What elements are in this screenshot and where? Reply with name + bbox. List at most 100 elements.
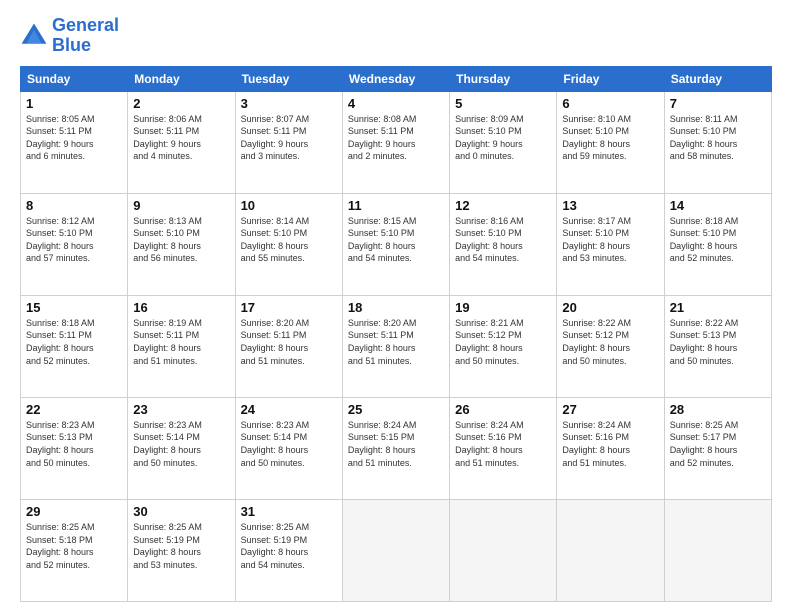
header: General Blue xyxy=(20,16,772,56)
calendar-cell: 26 Sunrise: 8:24 AMSunset: 5:16 PMDayligh… xyxy=(450,397,557,499)
logo: General Blue xyxy=(20,16,119,56)
day-number: 25 xyxy=(348,402,444,417)
calendar-cell: 23 Sunrise: 8:23 AMSunset: 5:14 PMDayligh… xyxy=(128,397,235,499)
day-number: 16 xyxy=(133,300,229,315)
calendar-cell: 9Sunrise: 8:13 AMSunset: 5:10 PMDaylight… xyxy=(128,193,235,295)
calendar-cell xyxy=(450,499,557,601)
calendar-cell: 8 Sunrise: 8:12 AMSunset: 5:10 PMDaylight… xyxy=(21,193,128,295)
day-number: 31 xyxy=(241,504,337,519)
cell-text: Sunrise: 8:15 AMSunset: 5:10 PMDaylight:… xyxy=(348,215,444,265)
calendar-cell: 13 Sunrise: 8:17 AMSunset: 5:10 PMDayligh… xyxy=(557,193,664,295)
cell-text: Sunrise: 8:16 AMSunset: 5:10 PMDaylight:… xyxy=(455,215,551,265)
calendar-cell xyxy=(342,499,449,601)
cell-text: Sunrise: 8:08 AMSunset: 5:11 PMDaylight:… xyxy=(348,113,444,163)
day-number: 30 xyxy=(133,504,229,519)
day-number: 7 xyxy=(670,96,766,111)
cell-text: Sunrise: 8:10 AMSunset: 5:10 PMDaylight:… xyxy=(562,113,658,163)
cell-text: Sunrise: 8:24 AMSunset: 5:15 PMDaylight:… xyxy=(348,419,444,469)
cell-text: Sunrise: 8:23 AMSunset: 5:14 PMDaylight:… xyxy=(133,419,229,469)
day-number: 28 xyxy=(670,402,766,417)
calendar-cell: 15 Sunrise: 8:18 AMSunset: 5:11 PMDayligh… xyxy=(21,295,128,397)
calendar-cell: 20 Sunrise: 8:22 AMSunset: 5:12 PMDayligh… xyxy=(557,295,664,397)
day-number: 8 xyxy=(26,198,122,213)
calendar-cell: 14Sunrise: 8:18 AMSunset: 5:10 PMDayligh… xyxy=(664,193,771,295)
day-number: 20 xyxy=(562,300,658,315)
calendar-cell: 6 Sunrise: 8:10 AMSunset: 5:10 PMDaylight… xyxy=(557,91,664,193)
calendar-cell: 21 Sunrise: 8:22 AMSunset: 5:13 PMDayligh… xyxy=(664,295,771,397)
day-number: 17 xyxy=(241,300,337,315)
day-number: 21 xyxy=(670,300,766,315)
cell-text: Sunrise: 8:20 AMSunset: 5:11 PMDaylight:… xyxy=(241,317,337,367)
cell-text: Sunrise: 8:22 AMSunset: 5:13 PMDaylight:… xyxy=(670,317,766,367)
cell-text: Sunrise: 8:06 AMSunset: 5:11 PMDaylight:… xyxy=(133,113,229,163)
calendar-cell: 11 Sunrise: 8:15 AMSunset: 5:10 PMDayligh… xyxy=(342,193,449,295)
calendar-cell: 12 Sunrise: 8:16 AMSunset: 5:10 PMDayligh… xyxy=(450,193,557,295)
cell-text: Sunrise: 8:22 AMSunset: 5:12 PMDaylight:… xyxy=(562,317,658,367)
day-number: 23 xyxy=(133,402,229,417)
cell-text: Sunrise: 8:09 AMSunset: 5:10 PMDaylight:… xyxy=(455,113,551,163)
day-number: 6 xyxy=(562,96,658,111)
calendar-cell: 18Sunrise: 8:20 AMSunset: 5:11 PMDayligh… xyxy=(342,295,449,397)
calendar-table: SundayMondayTuesdayWednesdayThursdayFrid… xyxy=(20,66,772,602)
cell-text: Sunrise: 8:23 AMSunset: 5:13 PMDaylight:… xyxy=(26,419,122,469)
calendar-cell: 22Sunrise: 8:23 AMSunset: 5:13 PMDayligh… xyxy=(21,397,128,499)
calendar-cell: 1Sunrise: 8:05 AMSunset: 5:11 PMDaylight… xyxy=(21,91,128,193)
cell-text: Sunrise: 8:25 AMSunset: 5:19 PMDaylight:… xyxy=(133,521,229,571)
cell-text: Sunrise: 8:25 AMSunset: 5:19 PMDaylight:… xyxy=(241,521,337,571)
day-number: 3 xyxy=(241,96,337,111)
weekday-header-wednesday: Wednesday xyxy=(342,66,449,91)
calendar-cell: 30 Sunrise: 8:25 AMSunset: 5:19 PMDayligh… xyxy=(128,499,235,601)
cell-text: Sunrise: 8:12 AMSunset: 5:10 PMDaylight:… xyxy=(26,215,122,265)
calendar-cell: 7 Sunrise: 8:11 AMSunset: 5:10 PMDaylight… xyxy=(664,91,771,193)
calendar-cell: 27 Sunrise: 8:24 AMSunset: 5:16 PMDayligh… xyxy=(557,397,664,499)
cell-text: Sunrise: 8:18 AMSunset: 5:11 PMDaylight:… xyxy=(26,317,122,367)
cell-text: Sunrise: 8:24 AMSunset: 5:16 PMDaylight:… xyxy=(562,419,658,469)
calendar-cell: 24Sunrise: 8:23 AMSunset: 5:14 PMDayligh… xyxy=(235,397,342,499)
cell-text: Sunrise: 8:18 AMSunset: 5:10 PMDaylight:… xyxy=(670,215,766,265)
day-number: 15 xyxy=(26,300,122,315)
cell-text: Sunrise: 8:24 AMSunset: 5:16 PMDaylight:… xyxy=(455,419,551,469)
week-row-1: 1Sunrise: 8:05 AMSunset: 5:11 PMDaylight… xyxy=(21,91,772,193)
calendar-header-row: SundayMondayTuesdayWednesdayThursdayFrid… xyxy=(21,66,772,91)
weekday-header-thursday: Thursday xyxy=(450,66,557,91)
weekday-header-friday: Friday xyxy=(557,66,664,91)
day-number: 19 xyxy=(455,300,551,315)
weekday-header-monday: Monday xyxy=(128,66,235,91)
logo-line2: Blue xyxy=(52,36,119,56)
day-number: 29 xyxy=(26,504,122,519)
calendar-cell: 10 Sunrise: 8:14 AMSunset: 5:10 PMDayligh… xyxy=(235,193,342,295)
day-number: 27 xyxy=(562,402,658,417)
cell-text: Sunrise: 8:25 AMSunset: 5:18 PMDaylight:… xyxy=(26,521,122,571)
calendar-cell: 28Sunrise: 8:25 AMSunset: 5:17 PMDayligh… xyxy=(664,397,771,499)
cell-text: Sunrise: 8:14 AMSunset: 5:10 PMDaylight:… xyxy=(241,215,337,265)
day-number: 5 xyxy=(455,96,551,111)
day-number: 2 xyxy=(133,96,229,111)
day-number: 4 xyxy=(348,96,444,111)
week-row-2: 8 Sunrise: 8:12 AMSunset: 5:10 PMDaylight… xyxy=(21,193,772,295)
calendar-cell: 29 Sunrise: 8:25 AMSunset: 5:18 PMDayligh… xyxy=(21,499,128,601)
weekday-header-tuesday: Tuesday xyxy=(235,66,342,91)
day-number: 11 xyxy=(348,198,444,213)
day-number: 24 xyxy=(241,402,337,417)
logo-line1: General xyxy=(52,16,119,36)
logo-icon xyxy=(20,22,48,50)
day-number: 18 xyxy=(348,300,444,315)
day-number: 10 xyxy=(241,198,337,213)
cell-text: Sunrise: 8:11 AMSunset: 5:10 PMDaylight:… xyxy=(670,113,766,163)
calendar-cell: 16 Sunrise: 8:19 AMSunset: 5:11 PMDayligh… xyxy=(128,295,235,397)
day-number: 1 xyxy=(26,96,122,111)
day-number: 26 xyxy=(455,402,551,417)
week-row-5: 29 Sunrise: 8:25 AMSunset: 5:18 PMDayligh… xyxy=(21,499,772,601)
week-row-4: 22Sunrise: 8:23 AMSunset: 5:13 PMDayligh… xyxy=(21,397,772,499)
cell-text: Sunrise: 8:17 AMSunset: 5:10 PMDaylight:… xyxy=(562,215,658,265)
weekday-header-saturday: Saturday xyxy=(664,66,771,91)
cell-text: Sunrise: 8:19 AMSunset: 5:11 PMDaylight:… xyxy=(133,317,229,367)
cell-text: Sunrise: 8:21 AMSunset: 5:12 PMDaylight:… xyxy=(455,317,551,367)
calendar-cell: 5 Sunrise: 8:09 AMSunset: 5:10 PMDaylight… xyxy=(450,91,557,193)
calendar-cell xyxy=(664,499,771,601)
calendar-cell: 2 Sunrise: 8:06 AMSunset: 5:11 PMDaylight… xyxy=(128,91,235,193)
day-number: 13 xyxy=(562,198,658,213)
calendar-cell: 4 Sunrise: 8:08 AMSunset: 5:11 PMDaylight… xyxy=(342,91,449,193)
calendar-cell xyxy=(557,499,664,601)
day-number: 12 xyxy=(455,198,551,213)
